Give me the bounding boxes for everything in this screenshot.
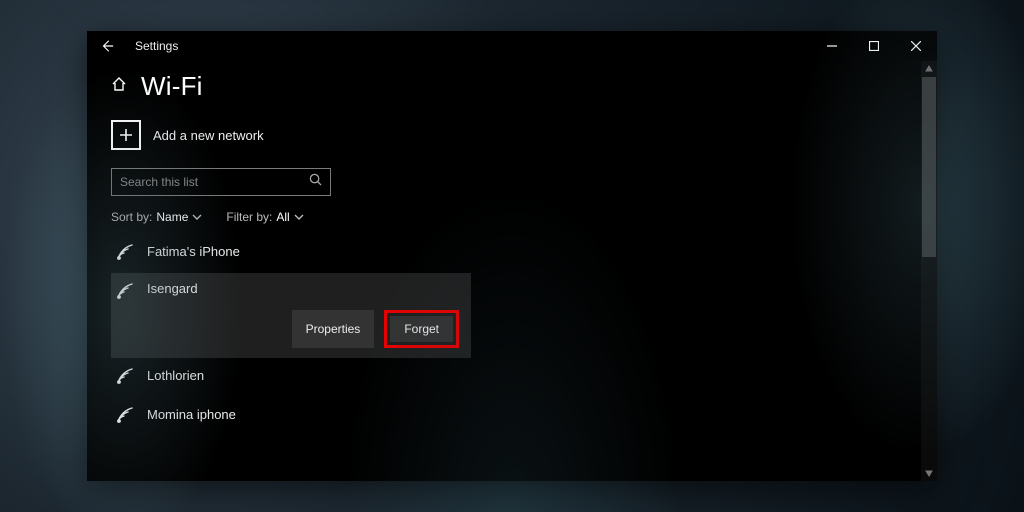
wifi-icon: [115, 366, 135, 389]
sort-value: Name: [156, 210, 188, 224]
add-network-label: Add a new network: [153, 128, 264, 143]
wifi-icon: [115, 242, 135, 265]
wifi-icon: [115, 281, 135, 304]
scroll-down-arrow[interactable]: [921, 465, 937, 481]
network-name: Fatima's iPhone: [147, 242, 240, 259]
chevron-down-icon: [294, 212, 304, 222]
window-title: Settings: [135, 39, 178, 53]
chevron-down-icon: [192, 212, 202, 222]
settings-window: Settings Wi-Fi: [87, 31, 937, 481]
scroll-track[interactable]: [921, 77, 937, 465]
network-name: Momina iphone: [147, 405, 236, 422]
page-title: Wi-Fi: [141, 71, 203, 102]
network-name: Lothlorien: [147, 366, 204, 383]
network-item[interactable]: Momina iphone: [111, 397, 471, 436]
scroll-thumb[interactable]: [922, 77, 936, 257]
network-name: Isengard: [147, 279, 198, 296]
search-icon: [309, 173, 322, 191]
network-actions: Properties Forget: [147, 296, 467, 358]
filter-value: All: [276, 210, 289, 224]
annotation-highlight: Forget: [384, 310, 459, 348]
minimize-button[interactable]: [811, 31, 853, 61]
network-list: Fatima's iPhone Isengard Properties Forg…: [111, 234, 471, 436]
window-controls: [811, 31, 937, 61]
maximize-button[interactable]: [853, 31, 895, 61]
network-item[interactable]: Lothlorien: [111, 358, 471, 397]
filter-by-dropdown[interactable]: Filter by: All: [226, 210, 303, 224]
forget-button[interactable]: Forget: [390, 316, 453, 342]
content-area: Wi-Fi Add a new network Sort by: Name: [87, 61, 921, 481]
wifi-icon: [115, 405, 135, 428]
network-item[interactable]: Fatima's iPhone: [111, 234, 471, 273]
add-network-button[interactable]: Add a new network: [111, 120, 921, 150]
home-icon[interactable]: [111, 76, 127, 97]
network-item-selected[interactable]: Isengard Properties Forget: [111, 273, 471, 358]
filter-label: Filter by:: [226, 210, 272, 224]
back-button[interactable]: [95, 39, 119, 53]
scroll-up-arrow[interactable]: [921, 61, 937, 77]
filters-row: Sort by: Name Filter by: All: [111, 210, 921, 224]
sort-label: Sort by:: [111, 210, 152, 224]
search-box[interactable]: [111, 168, 331, 196]
titlebar: Settings: [87, 31, 937, 61]
plus-icon: [111, 120, 141, 150]
close-button[interactable]: [895, 31, 937, 61]
search-input[interactable]: [120, 175, 300, 189]
sort-by-dropdown[interactable]: Sort by: Name: [111, 210, 202, 224]
vertical-scrollbar[interactable]: [921, 61, 937, 481]
properties-button[interactable]: Properties: [292, 310, 375, 348]
